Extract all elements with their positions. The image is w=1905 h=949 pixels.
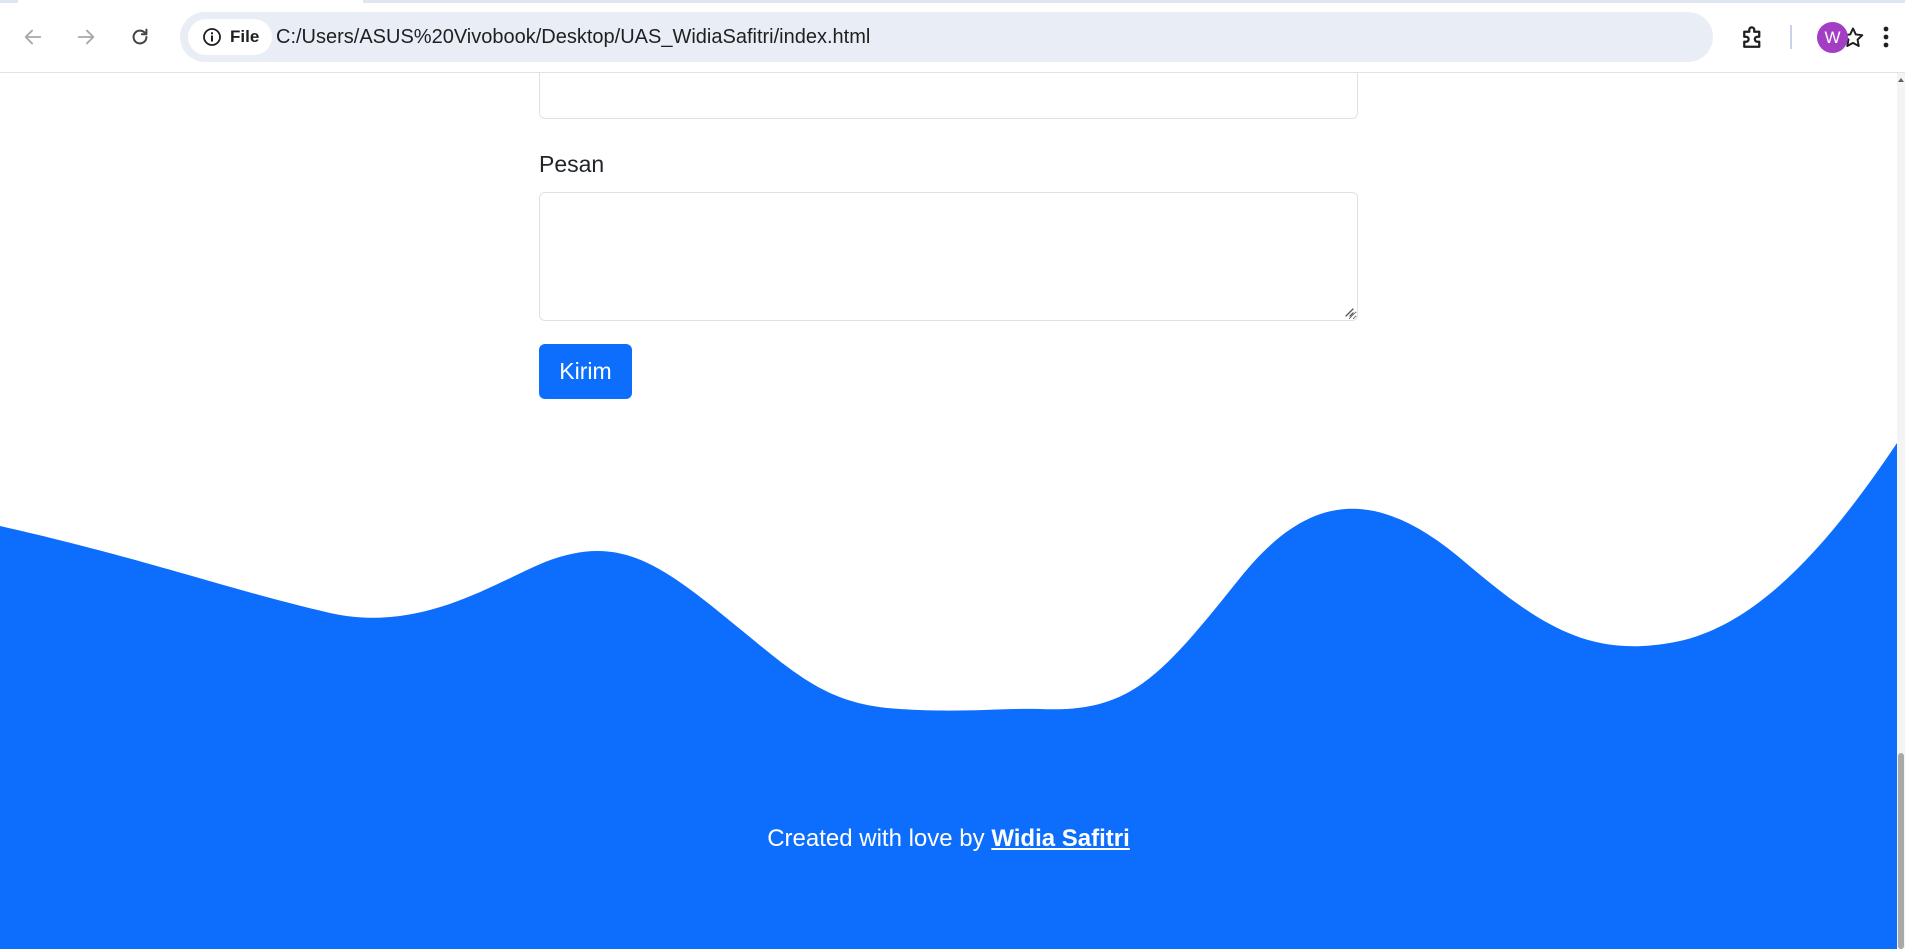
scroll-up-arrow-icon[interactable]	[1897, 75, 1905, 85]
url-text[interactable]: C:/Users/ASUS%20Vivobook/Desktop/UAS_Wid…	[276, 26, 870, 49]
back-button[interactable]	[16, 20, 50, 54]
forward-button[interactable]	[69, 20, 103, 54]
arrow-left-icon	[24, 29, 42, 45]
reload-button[interactable]	[123, 20, 157, 54]
scrollbar-thumb[interactable]	[1898, 753, 1904, 949]
tab-strip-edge	[0, 0, 1905, 3]
info-icon	[203, 28, 221, 46]
site-info-label: File	[230, 27, 260, 46]
page-scrollbar[interactable]	[1897, 73, 1905, 949]
page-viewport: Pesan Kirim Created with love by Widia S…	[0, 73, 1897, 949]
browser-toolbar: File C:/Users/ASUS%20Vivobook/Desktop/UA…	[0, 0, 1905, 73]
puzzle-icon[interactable]	[1738, 23, 1768, 53]
footer-wave	[0, 443, 1897, 949]
arrow-right-icon	[77, 29, 95, 45]
toolbar-divider	[1790, 25, 1792, 49]
address-bar[interactable]: File C:/Users/ASUS%20Vivobook/Desktop/UA…	[180, 12, 1864, 62]
active-tab[interactable]	[18, 0, 363, 3]
kebab-menu-icon[interactable]	[1872, 22, 1900, 52]
reload-icon	[132, 28, 148, 45]
footer-credit: Created with love by Widia Safitri	[0, 825, 1897, 853]
footer-credit-text: Created with love by	[767, 825, 992, 852]
site-info-chip[interactable]: File	[188, 19, 272, 55]
author-link[interactable]: Widia Safitri	[991, 825, 1129, 852]
profile-avatar[interactable]: W	[1817, 22, 1848, 53]
